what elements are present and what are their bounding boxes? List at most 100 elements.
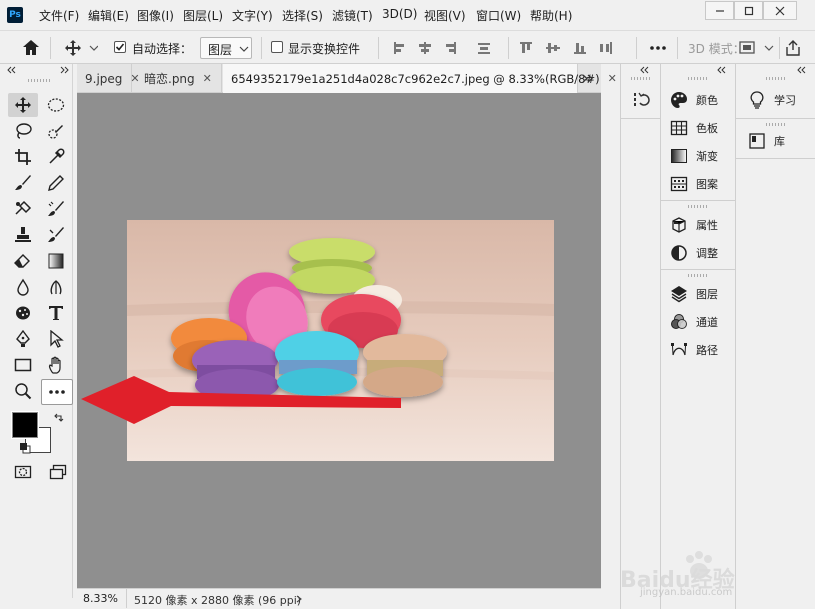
document-tab-bar: 9.jpeg ✕ 暗恋.png ✕ 6549352179e1a251d4a028c7…: [77, 64, 617, 93]
default-colors-icon[interactable]: [19, 442, 31, 454]
menu-help[interactable]: 帮助(H): [530, 7, 572, 24]
grip-handle[interactable]: [688, 274, 708, 277]
zoom-tool[interactable]: [8, 379, 38, 403]
panel-color[interactable]: 颜色: [670, 86, 718, 114]
tab-label: 9.jpeg: [85, 71, 123, 86]
panel-paths[interactable]: 路径: [670, 336, 718, 364]
auto-select-dropdown[interactable]: 图层: [200, 37, 252, 59]
auto-select-value: 图层: [208, 43, 233, 57]
collapse-toolbar-icon[interactable]: [6, 66, 70, 74]
eraser-tool[interactable]: [8, 249, 38, 273]
pencil-icon: [48, 175, 64, 191]
separator: [50, 37, 51, 59]
lightbulb-icon: [750, 91, 764, 109]
foreground-color-swatch[interactable]: [12, 412, 38, 438]
show-transform-checkbox[interactable]: [271, 41, 283, 53]
path-selection-tool[interactable]: [41, 327, 71, 351]
quick-selection-tool[interactable]: [41, 119, 71, 143]
tab-document-active[interactable]: 6549352179e1a251d4a028c7c962e2c7.jpeg @ …: [223, 64, 617, 93]
swap-colors-icon[interactable]: [53, 412, 64, 423]
elliptical-marquee-tool[interactable]: [41, 93, 71, 117]
home-button[interactable]: [22, 39, 40, 59]
auto-select-checkbox[interactable]: [114, 41, 126, 53]
distribute-buttons[interactable]: [518, 40, 628, 56]
grip-handle[interactable]: [631, 77, 651, 80]
chevron-right-icon[interactable]: [296, 595, 302, 603]
menu-type[interactable]: 文字(Y): [232, 7, 273, 24]
blur-tool[interactable]: [8, 275, 38, 299]
minimize-icon: [715, 9, 724, 12]
more-tabs-icon[interactable]: [581, 74, 595, 83]
hand-tool[interactable]: [41, 353, 71, 377]
menu-window[interactable]: 窗口(W): [476, 7, 521, 24]
panel-swatches[interactable]: 色板: [670, 114, 718, 142]
panel-channels[interactable]: 通道: [670, 308, 718, 336]
close-tab-icon[interactable]: ✕: [203, 72, 212, 85]
menu-image[interactable]: 图像(I): [137, 7, 174, 24]
collapse-icon[interactable]: [796, 66, 810, 74]
gradient-tool[interactable]: [41, 249, 71, 273]
maximize-button[interactable]: [734, 1, 763, 20]
panel-layers[interactable]: 图层: [670, 280, 718, 308]
grip-handle[interactable]: [766, 123, 786, 126]
tab-document-1[interactable]: 9.jpeg ✕: [77, 64, 140, 93]
edit-toolbar-button[interactable]: [41, 379, 73, 405]
menu-bar: Ps 文件(F) 编辑(E) 图像(I) 图层(L) 文字(Y) 选择(S) 滤…: [0, 0, 815, 30]
menu-layer[interactable]: 图层(L): [183, 7, 223, 24]
type-tool[interactable]: [41, 301, 71, 325]
grip-handle[interactable]: [688, 205, 708, 208]
pen-tool[interactable]: [8, 327, 38, 351]
grip-handle[interactable]: [766, 77, 786, 80]
panel-properties[interactable]: 属性: [670, 211, 718, 239]
red-arrow-annotation: [81, 376, 401, 424]
panel-adjustments[interactable]: 调整: [670, 239, 718, 267]
rectangle-tool[interactable]: [8, 353, 38, 377]
panel-patterns[interactable]: 图案: [670, 170, 718, 198]
collapse-icon[interactable]: [639, 66, 653, 74]
crop-tool[interactable]: [8, 145, 38, 169]
screen-mode-button[interactable]: [43, 460, 73, 484]
history-icon[interactable]: [632, 90, 650, 108]
collapse-icon[interactable]: [716, 66, 730, 74]
grip-handle[interactable]: [688, 77, 708, 80]
more-options-button[interactable]: [649, 41, 667, 59]
close-tab-icon[interactable]: ✕: [608, 72, 617, 85]
stamp-tool[interactable]: [8, 223, 38, 247]
eyedropper-tool[interactable]: [41, 145, 71, 169]
panel-label: 学习: [774, 94, 796, 107]
drop-icon: [17, 278, 29, 296]
dodge-tool[interactable]: [41, 275, 71, 299]
pencil-tool[interactable]: [41, 171, 71, 195]
panel-learn[interactable]: 学习: [748, 86, 796, 114]
panel-label: 路径: [696, 344, 718, 357]
checkmark-icon: [115, 43, 125, 51]
history-brush-tool[interactable]: [41, 223, 71, 247]
tab-document-2[interactable]: 暗恋.png ✕: [133, 64, 222, 93]
menu-view[interactable]: 视图(V): [424, 7, 466, 24]
close-button[interactable]: [763, 1, 797, 20]
menu-filter[interactable]: 滤镜(T): [332, 7, 373, 24]
3d-mode-dropdown[interactable]: [739, 39, 775, 57]
clone-stamp-tool[interactable]: [8, 197, 38, 221]
grip-handle[interactable]: [28, 79, 50, 82]
menu-3d[interactable]: 3D(D): [382, 7, 417, 21]
zoom-level[interactable]: 8.33%: [77, 589, 127, 608]
move-tool[interactable]: [8, 93, 38, 117]
brush-tool[interactable]: [8, 171, 38, 195]
document-info: 5120 像素 x 2880 像素 (96 ppi): [134, 594, 302, 607]
lasso-tool[interactable]: [8, 119, 38, 143]
panel-gradients[interactable]: 渐变: [670, 142, 718, 170]
canvas-area[interactable]: [77, 93, 601, 588]
panel-libraries[interactable]: 库: [748, 127, 785, 155]
align-buttons[interactable]: [390, 40, 510, 56]
menu-edit[interactable]: 编辑(E): [88, 7, 129, 24]
quick-mask-button[interactable]: [8, 460, 38, 484]
menu-file[interactable]: 文件(F): [39, 7, 79, 24]
move-tool-preset-button[interactable]: [64, 39, 99, 60]
minimize-button[interactable]: [705, 1, 734, 20]
share-button[interactable]: [784, 39, 802, 60]
panel-label: 颜色: [696, 94, 718, 107]
menu-select[interactable]: 选择(S): [282, 7, 323, 24]
sponge-tool[interactable]: [8, 301, 38, 325]
smudge-brush-tool[interactable]: [41, 197, 71, 221]
